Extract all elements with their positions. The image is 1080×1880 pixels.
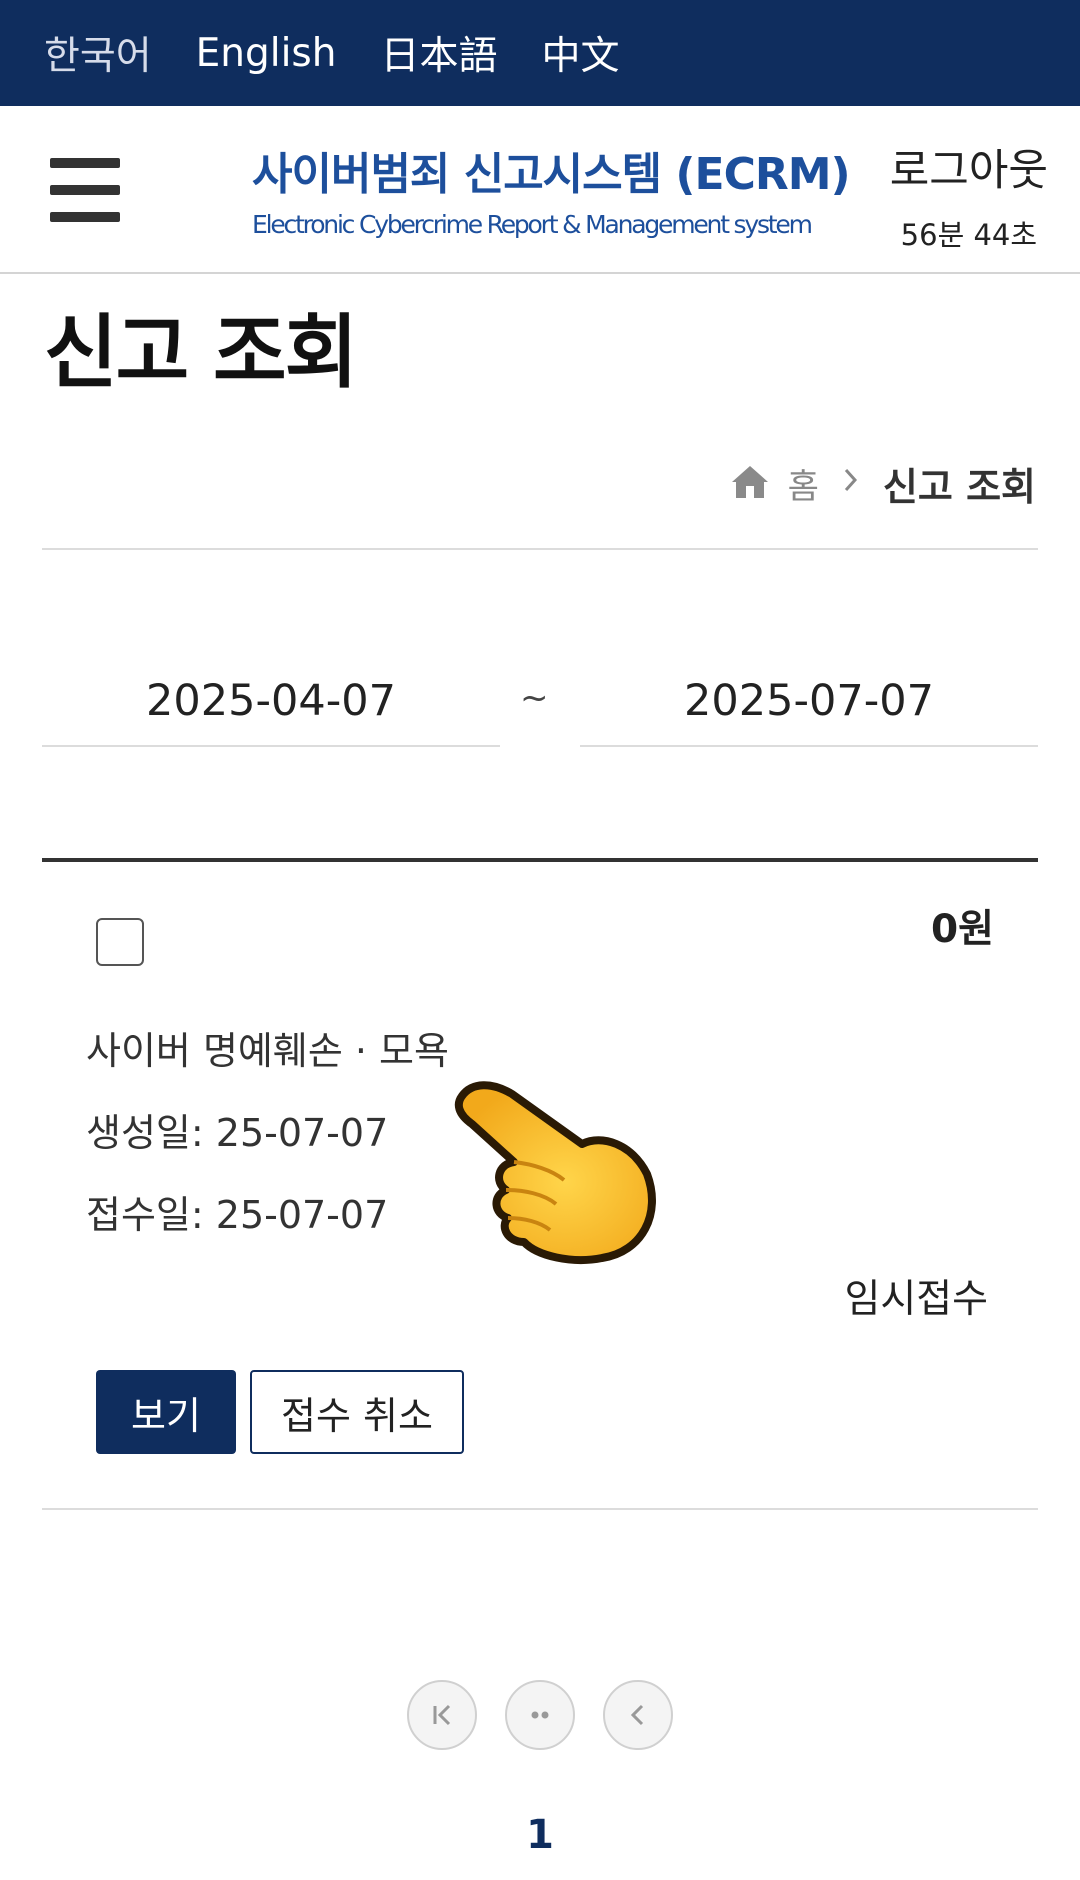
lang-korean[interactable]: 한국어: [44, 25, 152, 81]
report-checkbox[interactable]: [96, 918, 144, 966]
brand-title: 사이버범죄 신고시스템 (ECRM): [252, 149, 851, 200]
lang-chinese[interactable]: 中文: [541, 25, 619, 81]
breadcrumb-home[interactable]: 홈: [788, 459, 819, 508]
current-page-number[interactable]: 1: [0, 1812, 1080, 1858]
language-bar: 한국어 English 日本語 中文: [0, 0, 1080, 106]
lang-english[interactable]: English: [196, 31, 337, 76]
cancel-report-button[interactable]: 접수 취소: [250, 1370, 464, 1454]
pointing-hand-emoji: [452, 1074, 672, 1274]
more-pages-icon[interactable]: [505, 1680, 575, 1750]
lang-japanese[interactable]: 日本語: [380, 25, 497, 81]
chevron-right-icon: [843, 466, 859, 501]
end-date-input[interactable]: 2025-07-07: [580, 655, 1038, 747]
site-header: 사이버범죄 신고시스템 (ECRM) Electronic Cybercrime…: [0, 106, 1080, 274]
pagination-controls: [0, 1680, 1080, 1750]
damage-amount: 0원: [930, 907, 994, 952]
report-card: 0원 사이버 명예훼손 · 모욕 생성일: 25-07-07 접수일: 25-0…: [42, 862, 1038, 1510]
breadcrumb-current: 신고 조회: [882, 465, 1036, 509]
home-icon[interactable]: [730, 464, 770, 504]
status-badge: 임시접수: [844, 1277, 988, 1322]
report-category: 사이버 명예훼손 · 모욕: [86, 1029, 449, 1073]
received-date: 접수일: 25-07-07: [86, 1193, 389, 1237]
view-button[interactable]: 보기: [96, 1370, 236, 1454]
hamburger-menu-icon[interactable]: [50, 158, 120, 222]
divider: [42, 548, 1038, 550]
prev-page-icon[interactable]: [603, 1680, 673, 1750]
first-page-icon[interactable]: [407, 1680, 477, 1750]
session-timer: 56분 44초: [900, 218, 1038, 252]
start-date-input[interactable]: 2025-04-07: [42, 655, 500, 747]
logout-area: 로그아웃 56분 44초: [890, 136, 1048, 254]
page-title: 신고 조회: [44, 306, 358, 399]
date-range-separator: ~: [520, 678, 549, 718]
brand-logo[interactable]: 사이버범죄 신고시스템 (ECRM) Electronic Cybercrime…: [252, 138, 851, 239]
brand-subtitle: Electronic Cybercrime Report & Managemen…: [252, 210, 813, 239]
created-date: 생성일: 25-07-07: [86, 1111, 389, 1155]
breadcrumb: 홈 신고 조회: [730, 456, 1036, 511]
logout-button[interactable]: 로그아웃: [890, 136, 1048, 198]
